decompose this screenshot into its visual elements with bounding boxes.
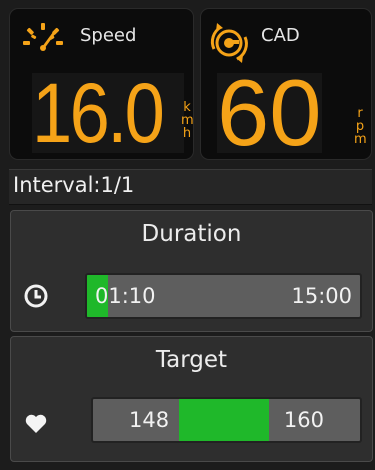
- target-range-fill: [179, 399, 269, 441]
- workout-screen: Speed 16.0 k m h CAD 60 r p m Interval:1…: [0, 0, 375, 470]
- speed-tile[interactable]: Speed 16.0 k m h: [9, 8, 194, 160]
- cadence-value: 60: [217, 60, 322, 160]
- target-range-bar: 148 160: [91, 397, 362, 443]
- speed-label: Speed: [80, 25, 137, 46]
- cadence-icon: [209, 19, 251, 63]
- duration-elapsed: 01:10: [95, 284, 156, 308]
- cadence-value-area: 60: [217, 60, 322, 160]
- duration-panel: Duration 01:10 15:00: [10, 210, 373, 332]
- speed-value: 16.0: [32, 66, 165, 160]
- duration-total: 15:00: [291, 284, 352, 308]
- speed-unit: k m h: [181, 100, 194, 141]
- target-high: 160: [283, 408, 324, 432]
- target-panel: Target 148 160: [10, 336, 373, 462]
- clock-icon: [23, 283, 49, 309]
- speedometer-icon: [22, 21, 64, 57]
- interval-bar: Interval:1/1: [9, 169, 372, 205]
- cadence-label: CAD: [261, 25, 300, 46]
- target-low: 148: [129, 408, 170, 432]
- interval-text: Interval:1/1: [13, 173, 135, 197]
- duration-title: Duration: [141, 221, 242, 247]
- cadence-tile[interactable]: CAD 60 r p m: [200, 8, 372, 160]
- speed-value-area: 16.0: [32, 66, 184, 160]
- duration-progress-bar: 01:10 15:00: [85, 273, 362, 319]
- cadence-unit: r p m: [354, 106, 367, 147]
- heart-icon: [23, 411, 49, 437]
- target-title: Target: [155, 347, 228, 373]
